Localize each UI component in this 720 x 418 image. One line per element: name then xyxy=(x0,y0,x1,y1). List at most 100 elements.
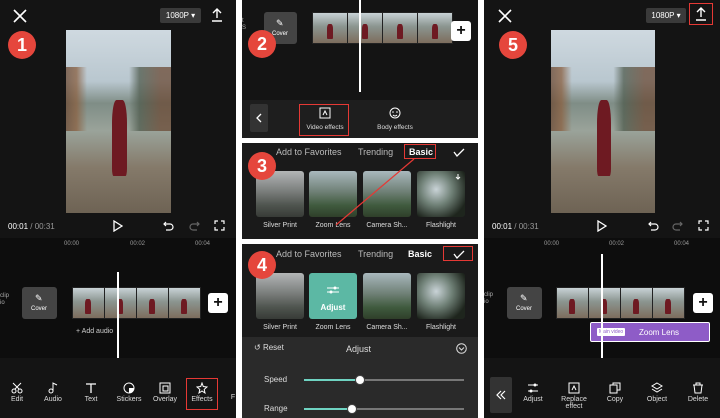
tool-edit[interactable]: Edit xyxy=(4,382,30,403)
resolution-selector[interactable]: 1080P ▾ xyxy=(646,8,686,23)
redo-icon[interactable] xyxy=(189,220,200,231)
edit-pencil-icon: ✎ xyxy=(520,293,528,303)
cover-label: Cover xyxy=(272,31,289,37)
effects-menu-panel: tS ✎ Cover + Video effects Body effects … xyxy=(242,0,478,138)
collapse-toolbar-button[interactable] xyxy=(490,377,512,413)
sliders-icon xyxy=(528,383,538,393)
clip-side-label: tS xyxy=(242,18,247,31)
reset-label: Reset xyxy=(262,343,284,352)
add-clip-button[interactable]: + xyxy=(208,293,228,313)
cover-button[interactable]: ✎ Cover xyxy=(22,287,57,319)
resolution-label: 1080P xyxy=(651,11,675,20)
close-icon[interactable] xyxy=(498,9,512,23)
music-note-icon xyxy=(48,382,58,394)
undo-icon[interactable] xyxy=(648,220,659,231)
range-label: Range xyxy=(264,404,288,413)
effect-zoom-lens-selected[interactable]: Adjust xyxy=(309,273,357,319)
reset-icon: ↺ xyxy=(254,343,261,352)
reset-button[interactable]: ↺ Reset xyxy=(254,343,284,352)
video-clip-strip[interactable] xyxy=(72,287,201,319)
check-icon[interactable] xyxy=(453,148,465,157)
effect-silver-print[interactable] xyxy=(256,273,304,319)
ruler-tick-2: 00:04 xyxy=(674,241,690,247)
speed-slider[interactable] xyxy=(304,375,464,385)
text-icon xyxy=(86,383,96,393)
video-effects-highlight xyxy=(299,104,349,136)
adjust-overlay-label: Adjust xyxy=(320,303,346,312)
edit-pencil-icon: ✎ xyxy=(35,293,43,303)
effect-flashlight[interactable] xyxy=(417,273,465,319)
export-icon[interactable] xyxy=(211,8,223,22)
editor-panel-5: 1080P ▾ 00:01 / 00:31 00:00 00:02 00:04 … xyxy=(484,0,720,418)
time-total: / 00:31 xyxy=(514,222,539,231)
clip-side-label: clip io xyxy=(0,293,10,306)
trash-icon xyxy=(693,382,703,394)
tool-overlay[interactable]: Overlay xyxy=(150,382,180,403)
playhead[interactable] xyxy=(359,0,361,92)
collapse-icon[interactable] xyxy=(456,343,467,354)
speed-slider-knob[interactable] xyxy=(355,375,365,385)
fullscreen-icon[interactable] xyxy=(214,220,225,231)
tab-trending[interactable]: Trending xyxy=(358,249,393,259)
time-current: 00:01 xyxy=(492,222,513,231)
scissors-icon xyxy=(11,382,23,394)
play-icon[interactable] xyxy=(113,220,123,232)
effect-silver-print-label: Silver Print xyxy=(263,222,297,229)
back-button[interactable] xyxy=(250,104,268,132)
tool-stickers[interactable]: Stickers xyxy=(114,382,144,403)
add-audio-button[interactable]: + Add audio xyxy=(76,328,113,335)
ruler-tick-0: 00:00 xyxy=(544,241,560,247)
effect-camera-shake[interactable] xyxy=(363,273,411,319)
tool-text[interactable]: Text xyxy=(78,382,104,403)
ruler-tick-2: 00:04 xyxy=(195,241,211,247)
redo-icon[interactable] xyxy=(672,220,683,231)
tool-delete[interactable]: Delete xyxy=(684,382,712,403)
resolution-label: 1080P xyxy=(165,11,189,20)
add-clip-button[interactable]: + xyxy=(451,21,471,41)
playhead[interactable] xyxy=(117,272,119,358)
body-effects-button[interactable]: Body effects xyxy=(372,106,418,136)
tool-delete-label: Delete xyxy=(687,396,709,403)
sticker-icon xyxy=(123,382,135,394)
tool-edit-label: Edit xyxy=(10,396,24,403)
copy-icon xyxy=(609,382,621,394)
tool-adjust[interactable]: Adjust xyxy=(520,382,546,403)
playhead[interactable] xyxy=(601,254,603,358)
resolution-selector[interactable]: 1080P ▾ xyxy=(160,8,201,23)
tool-more[interactable]: F xyxy=(228,394,236,401)
range-slider-knob[interactable] xyxy=(347,404,357,414)
cover-label: Cover xyxy=(516,306,533,312)
tab-add-to-favorites[interactable]: Add to Favorites xyxy=(276,249,342,259)
tool-adjust-label: Adjust xyxy=(523,396,543,403)
undo-icon[interactable] xyxy=(163,220,174,231)
tool-replace-effect[interactable]: Replace effect xyxy=(552,382,596,410)
video-preview xyxy=(66,30,171,213)
fullscreen-icon[interactable] xyxy=(698,220,709,231)
editor-panel-1: 1080P ▾ 00:01 / 00:31 00:00 00:02 00:04 … xyxy=(0,0,236,418)
close-icon[interactable] xyxy=(13,9,27,23)
tab-basic[interactable]: Basic xyxy=(408,249,432,259)
chevron-left-icon xyxy=(256,113,262,123)
tool-copy[interactable]: Copy xyxy=(602,382,628,403)
tool-more-label: F xyxy=(230,394,236,401)
step-badge-1: 1 xyxy=(8,31,36,59)
time-current: 00:01 xyxy=(8,222,29,231)
confirm-highlight xyxy=(443,246,473,261)
video-clip-strip[interactable] xyxy=(556,287,686,319)
effect-clip-label: Zoom Lens xyxy=(639,328,680,337)
effect-track-clip[interactable]: Main video Zoom Lens xyxy=(590,322,710,342)
tool-stickers-label: Stickers xyxy=(116,396,142,403)
play-icon[interactable] xyxy=(597,220,607,232)
add-clip-button[interactable]: + xyxy=(693,293,713,313)
tool-replace-effect-label: Replace effect xyxy=(561,396,587,410)
body-effects-label: Body effects xyxy=(377,124,413,131)
tool-object[interactable]: Object xyxy=(643,382,671,403)
step-badge-2: 2 xyxy=(248,30,276,58)
step-badge-3: 3 xyxy=(248,152,276,180)
cover-button[interactable]: ✎ Cover xyxy=(507,287,542,319)
edit-pencil-icon: ✎ xyxy=(276,18,284,28)
range-slider[interactable] xyxy=(304,404,464,414)
video-clip-strip[interactable] xyxy=(312,12,453,44)
ruler-tick-1: 00:02 xyxy=(609,241,625,247)
tool-audio[interactable]: Audio xyxy=(40,382,66,403)
